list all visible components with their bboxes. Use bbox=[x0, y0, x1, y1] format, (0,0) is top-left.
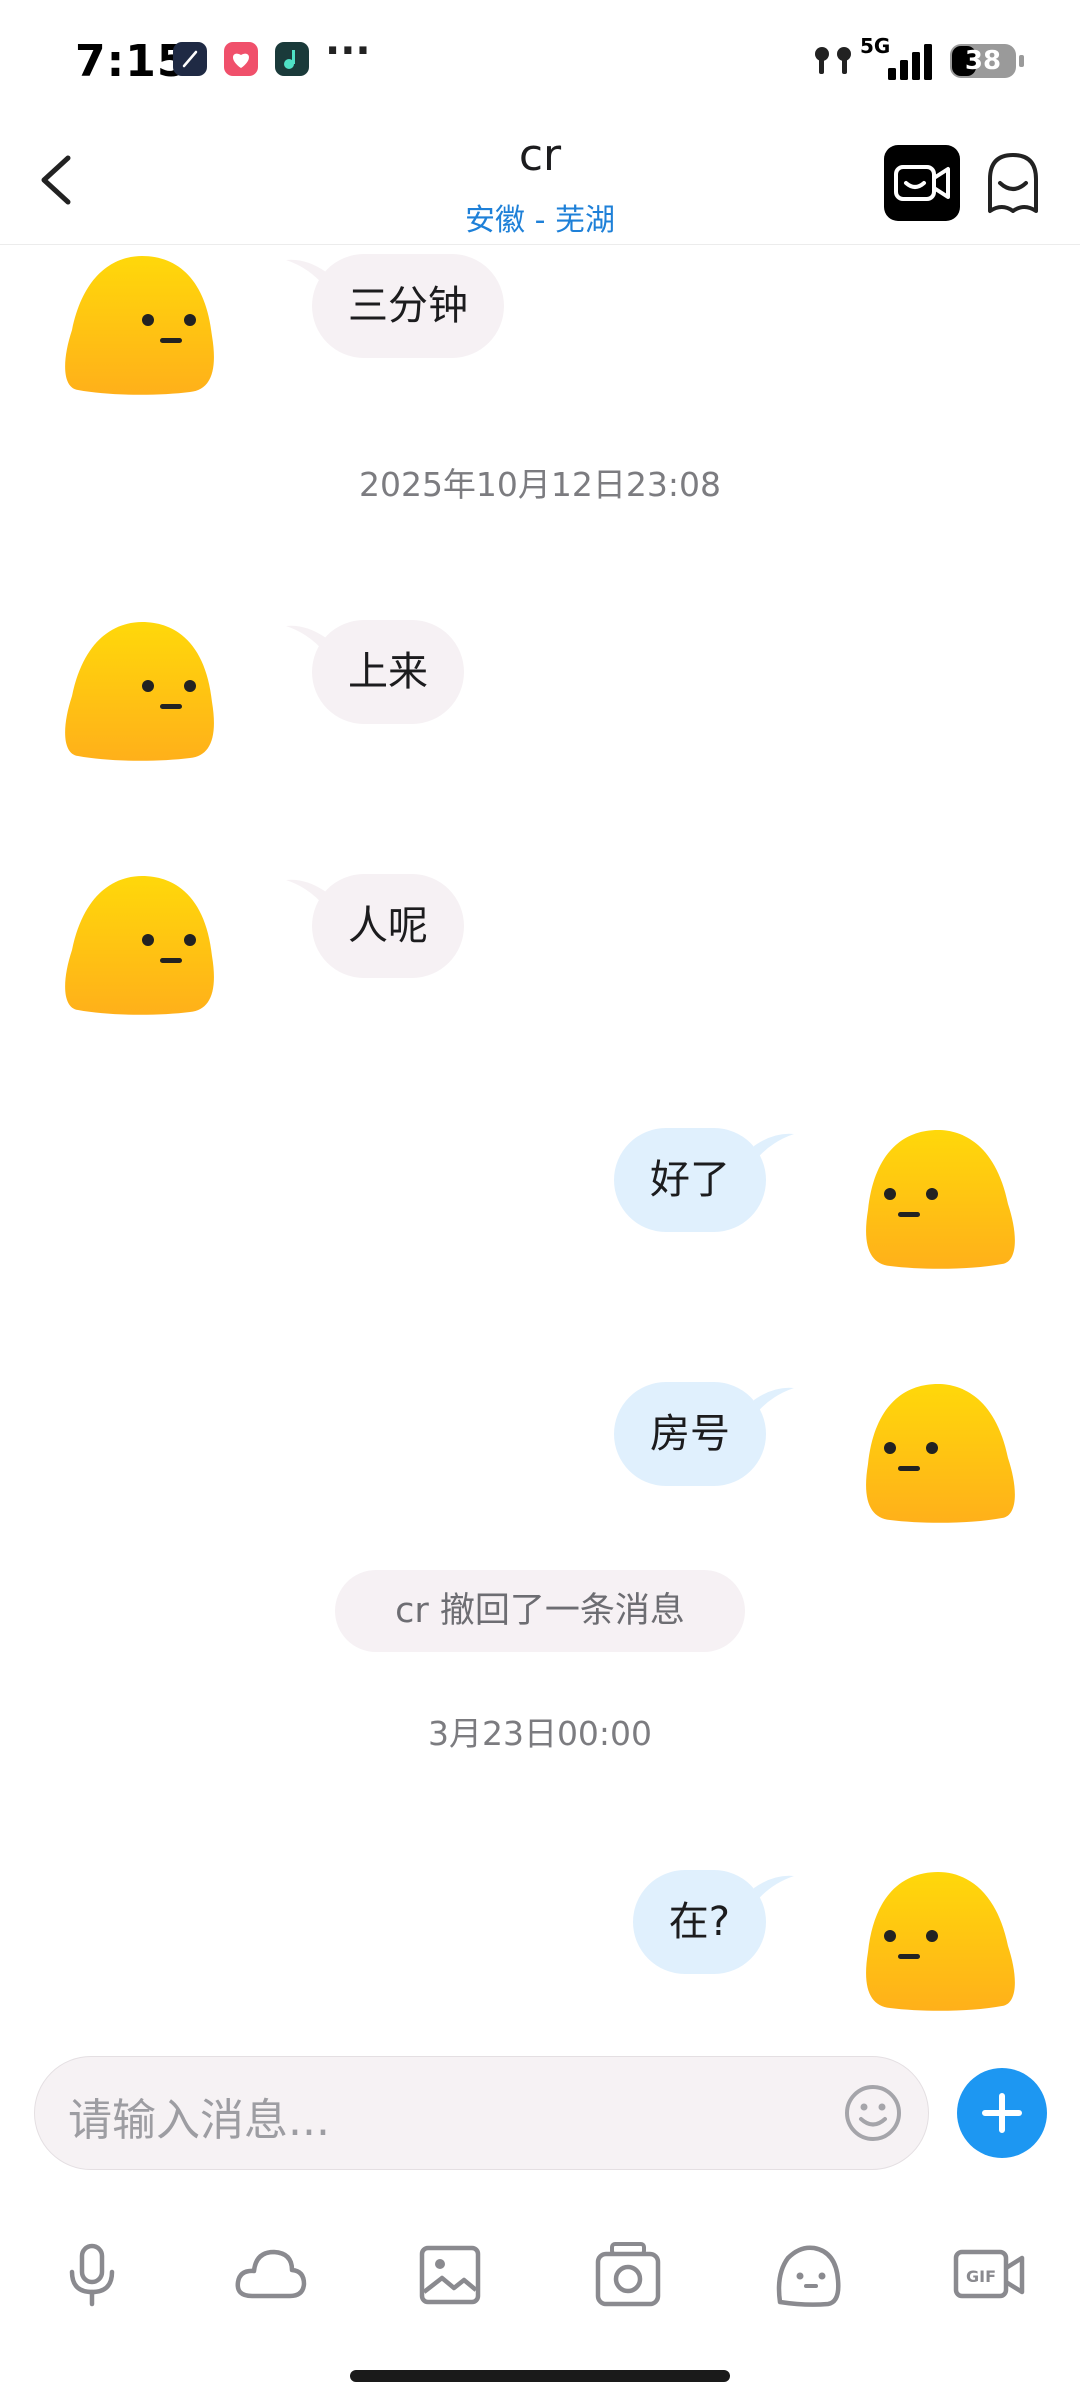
status-time: 7:15 bbox=[75, 36, 189, 87]
svg-text:GIF: GIF bbox=[966, 2267, 996, 2286]
camera-button[interactable] bbox=[590, 2240, 666, 2310]
cloud-button[interactable] bbox=[232, 2240, 308, 2310]
plus-icon bbox=[982, 2093, 1022, 2133]
emoji-button[interactable] bbox=[843, 2083, 903, 2143]
health-app-icon bbox=[224, 42, 258, 76]
network-label: 5G bbox=[860, 34, 891, 58]
message-bubble-incoming[interactable]: 上来 bbox=[312, 620, 464, 724]
my-avatar[interactable] bbox=[860, 1866, 1020, 2016]
sticker-button[interactable] bbox=[770, 2240, 846, 2310]
contact-avatar[interactable] bbox=[60, 870, 220, 1020]
message-bubble-outgoing[interactable]: 好了 bbox=[614, 1128, 766, 1232]
my-avatar[interactable] bbox=[860, 1124, 1020, 1274]
message-bubble-outgoing[interactable]: 房号 bbox=[614, 1382, 766, 1486]
recall-notice: cr 撤回了一条消息 bbox=[335, 1570, 745, 1652]
more-notifications-icon: ··· bbox=[325, 28, 371, 74]
gif-button[interactable]: GIF bbox=[952, 2240, 1028, 2310]
profile-button[interactable] bbox=[980, 145, 1046, 221]
message-bubble-outgoing[interactable]: 在? bbox=[632, 1870, 766, 1974]
message-bubble-incoming[interactable]: 三分钟 bbox=[312, 254, 504, 358]
contact-avatar[interactable] bbox=[60, 250, 220, 400]
voice-button[interactable] bbox=[54, 2240, 130, 2310]
camera-icon bbox=[595, 2242, 661, 2307]
earbuds-icon bbox=[815, 44, 1024, 80]
more-actions-button[interactable] bbox=[957, 2068, 1047, 2158]
music-app-icon bbox=[275, 42, 309, 76]
video-camera-icon bbox=[894, 165, 950, 201]
battery-level: 38 bbox=[964, 46, 1002, 76]
timestamp: 3月23日00:00 bbox=[427, 1714, 653, 1753]
mic-icon bbox=[69, 2243, 115, 2307]
my-avatar[interactable] bbox=[860, 1378, 1020, 1528]
message-bubble-incoming[interactable]: 人呢 bbox=[312, 874, 464, 978]
image-icon bbox=[419, 2245, 481, 2305]
gif-icon: GIF bbox=[953, 2249, 1025, 2299]
status-right-cluster: 5G 38 bbox=[810, 34, 1060, 86]
home-indicator[interactable] bbox=[350, 2370, 730, 2382]
face-icon bbox=[776, 2245, 841, 2307]
compass-app-icon bbox=[173, 42, 207, 76]
smiley-icon bbox=[845, 2085, 901, 2141]
message-input-placeholder: 请输入消息... bbox=[68, 2095, 330, 2146]
contact-avatar[interactable] bbox=[60, 616, 220, 766]
image-button[interactable] bbox=[412, 2240, 488, 2310]
cloud-icon bbox=[235, 2249, 307, 2299]
video-call-button[interactable] bbox=[884, 145, 960, 221]
timestamp: 2025年10月12日23:08 bbox=[358, 465, 722, 504]
ghost-profile-icon bbox=[988, 153, 1038, 213]
